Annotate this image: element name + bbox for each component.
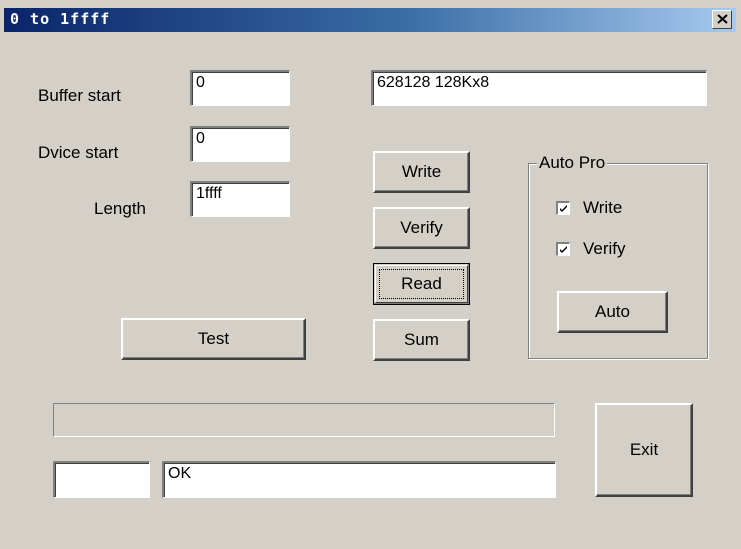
sum-button-label: Sum [404, 330, 439, 349]
auto-button[interactable]: Auto [557, 291, 668, 333]
exit-button-label: Exit [629, 440, 659, 459]
buffer-start-label: Buffer start [38, 86, 121, 105]
read-button[interactable]: Read [373, 263, 470, 305]
title-bar[interactable]: 0 to 1ffff [4, 8, 736, 32]
test-button-label: Test [197, 329, 230, 348]
check-icon [560, 246, 567, 253]
auto-pro-title: Auto Pro [537, 153, 608, 173]
status-small-field[interactable] [53, 461, 150, 498]
test-button[interactable]: Test [121, 318, 306, 360]
auto-button-label: Auto [595, 302, 630, 321]
sum-button[interactable]: Sum [373, 319, 470, 361]
app-window: 0 to 1ffff Buffer start 0 Dvice start 0 … [0, 0, 741, 549]
close-icon [717, 14, 728, 24]
chip-info-field[interactable]: 628128 128Kx8 [371, 70, 707, 106]
check-icon [560, 205, 567, 212]
length-label: Length [94, 199, 146, 218]
close-button[interactable] [712, 10, 732, 29]
device-start-label: Dvice start [38, 143, 119, 162]
write-button-label: Write [401, 162, 442, 181]
verify-button[interactable]: Verify [373, 207, 470, 249]
exit-button[interactable]: Exit [595, 403, 693, 497]
auto-verify-checkbox[interactable] [556, 242, 570, 256]
write-button[interactable]: Write [373, 151, 470, 193]
window-title: 0 to 1ffff [10, 10, 111, 28]
buffer-start-field[interactable]: 0 [190, 70, 290, 106]
length-field[interactable]: 1ffff [190, 181, 290, 217]
read-button-label: Read [401, 274, 442, 293]
device-start-field[interactable]: 0 [190, 126, 290, 162]
auto-verify-label: Verify [583, 239, 626, 258]
status-message-field[interactable]: OK [162, 461, 556, 498]
progress-bar [53, 403, 555, 437]
auto-write-label: Write [583, 198, 623, 217]
auto-write-checkbox[interactable] [556, 201, 570, 215]
verify-button-label: Verify [400, 218, 443, 237]
